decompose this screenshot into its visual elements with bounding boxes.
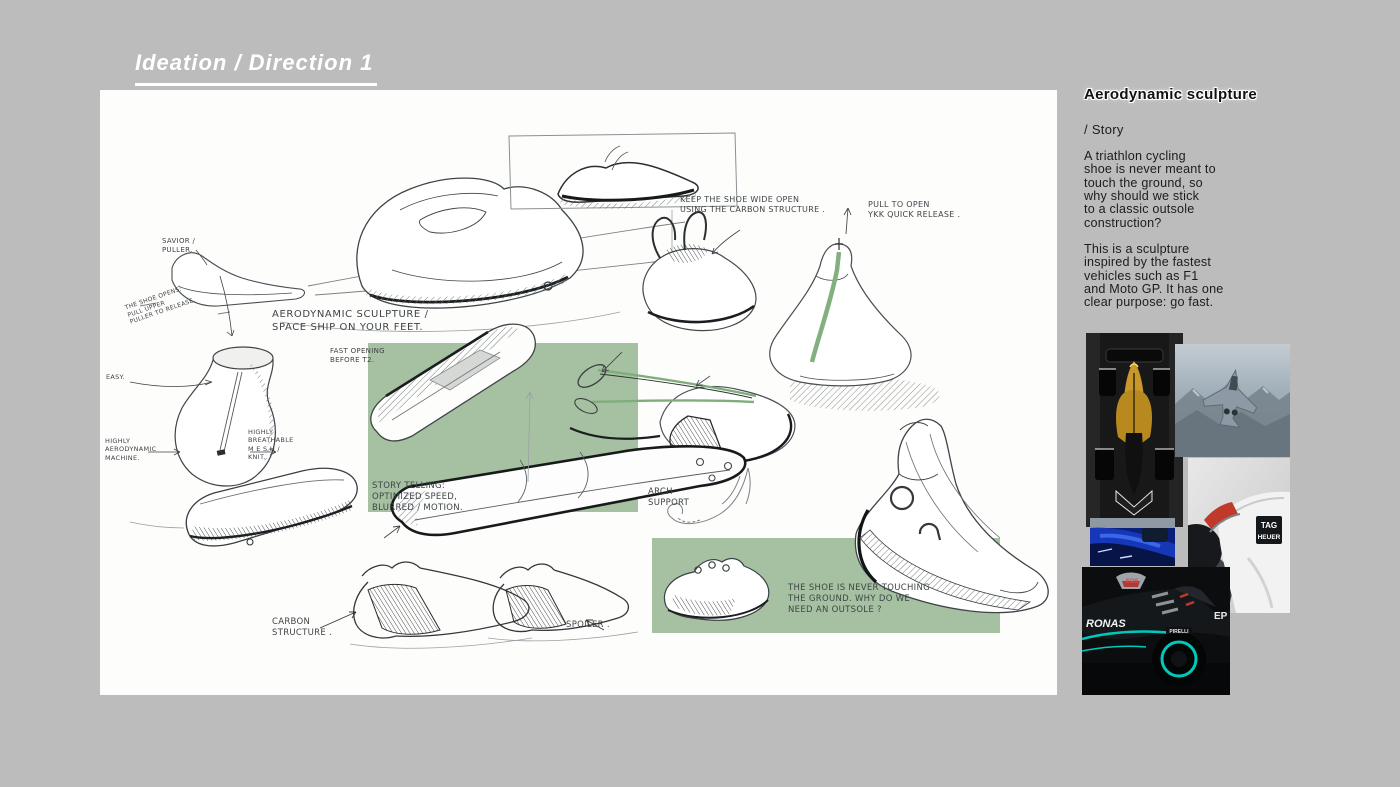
sketch-heel-spoiler [488,564,638,641]
page-title: Ideation / Direction 1 [135,50,377,86]
fighter-jet-image [1175,344,1290,457]
annotation-story-telling: STORY TELLING: OPTIMIZED SPEED, BLURRED … [372,481,463,514]
sketch-heel-carbon [320,562,532,648]
story-paragraph-2: This is a sculpture inspired by the fast… [1084,243,1309,310]
ep-text: EP [1214,611,1228,622]
sidebar-heading: Aerodynamic sculpture [1084,86,1257,103]
annotation-spoiler: SPOILER . [566,620,610,631]
tire-brand-text: PIRELLI [1169,629,1189,635]
tag-logo-text-top: TAG [1261,521,1277,530]
mercedes-f1-image: PIRELLI RONAS EOS EP [1082,567,1230,695]
annotation-highly-aero: HIGHLY AERODYNAMIC MACHINE. [105,437,156,462]
tag-logo-text-bottom: HEUER [1258,534,1281,541]
story-label: / Story [1084,122,1124,137]
moto-detail-image [1090,518,1175,566]
slide: Ideation / Direction 1 [0,0,1400,787]
sketch-zip-bootie [770,208,940,411]
story-paragraph-1: A triathlon cycling shoe is never meant … [1084,150,1309,230]
annotation-highly-breathable: HIGHLY BREATHABLE M E S H / KNIT. [248,428,294,461]
annotation-savior: SAVIOR / PULLER. [162,237,195,255]
petronas-text: RONAS [1086,618,1126,630]
annotation-arch-support: ARCH SUPPORT [648,487,689,509]
f1-concept-image [1086,333,1183,527]
annotation-aero-sculpture: AERODYNAMIC SCULPTURE / SPACE SHIP ON YO… [272,309,429,335]
annotation-keep-open: KEEP THE SHOE WIDE OPEN USING THE CARBON… [680,195,825,215]
annotation-never-touching: THE SHOE IS NEVER TOUCHING THE GROUND. W… [788,583,930,616]
eos-text: EOS [1126,579,1139,585]
annotation-pull-open: PULL TO OPEN YKK QUICK RELEASE . [868,200,960,220]
annotation-easy: EASY. [106,373,125,381]
sketch-open-carbon-shoe [643,212,756,331]
annotation-carbon-structure: CARBON STRUCTURE . [272,617,332,639]
sketch-board: SAVIOR / PULLER. AERODYNAMIC SCULPTURE /… [100,90,1057,695]
annotation-fast-opening: FAST OPENING BEFORE T2. [330,347,385,365]
